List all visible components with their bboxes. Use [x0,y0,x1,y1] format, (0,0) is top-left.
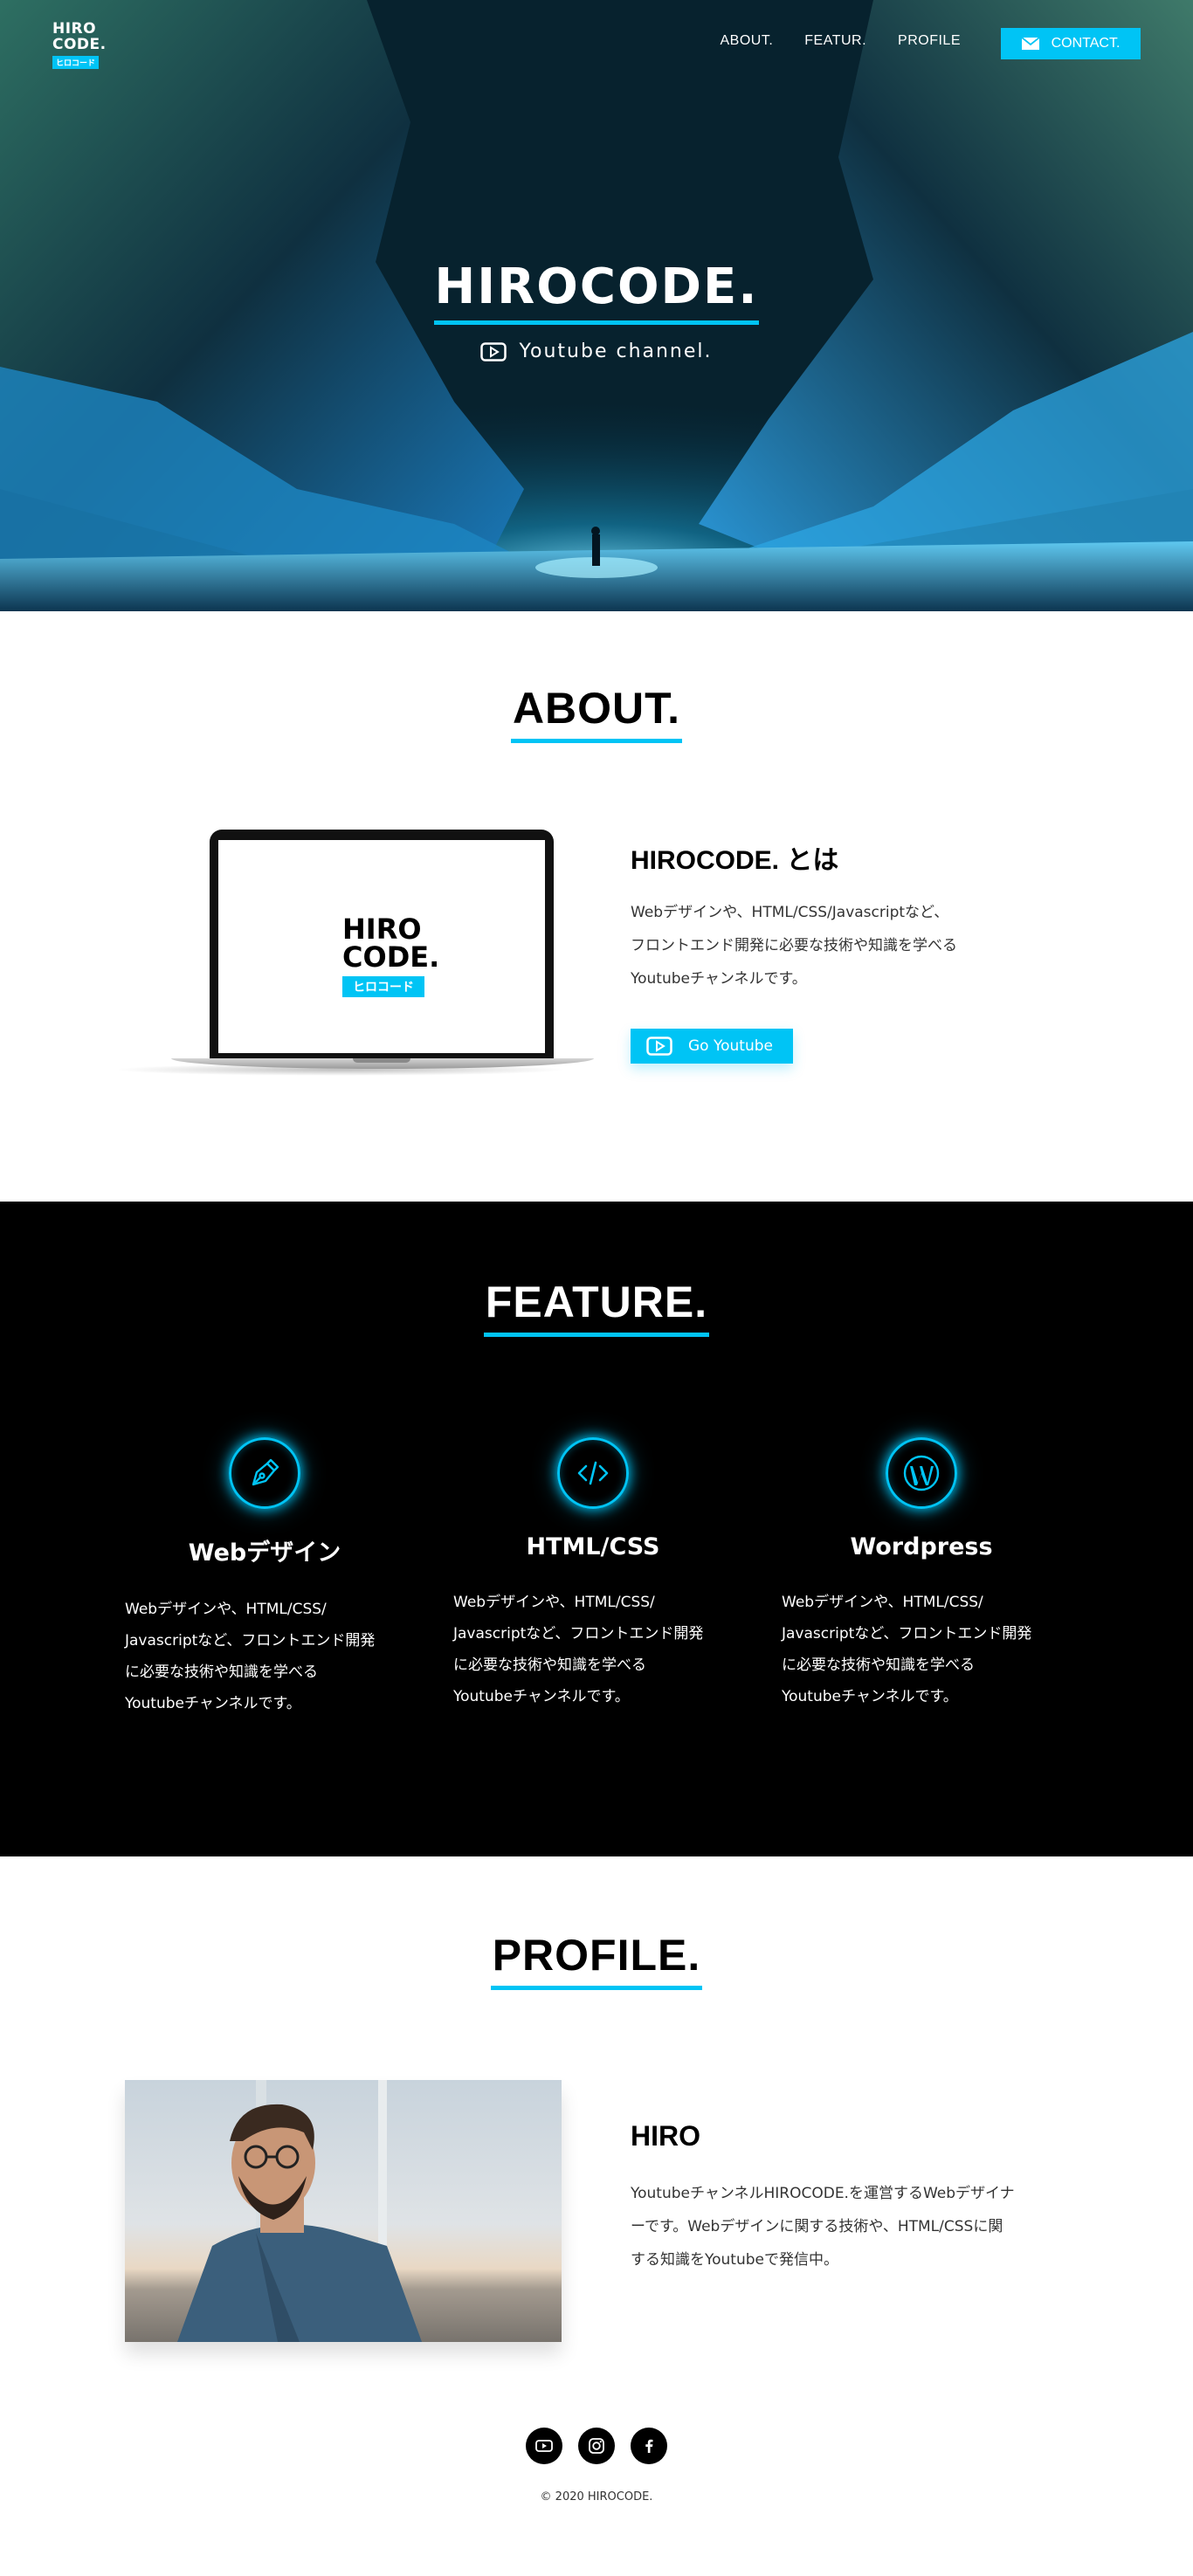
wordpress-icon [903,1455,940,1491]
facebook-icon [645,2439,653,2453]
instagram-link[interactable] [578,2428,615,2464]
pen-nib-icon [252,1458,279,1486]
profile-photo [125,2080,562,2342]
screen-logo-line1: HIRO [342,913,422,946]
contact-button[interactable]: CONTACT. [1001,28,1141,59]
laptop-image: HIRO CODE. ヒロコード [114,830,594,1083]
main-nav: ABOUT. FEATUR. PROFILE [720,33,961,49]
about-line: フロントエンド開発に必要な技術や知識を学べる [631,937,957,954]
hero-subtitle: Youtube channel. [0,341,1193,362]
feature-line: Javascriptなど、フロントエンド開発 [125,1632,376,1650]
logo-line2: CODE. [52,36,107,53]
feature-card-webdesign: Webデザイン Webデザインや、HTML/CSS/ Javascriptなど、… [125,1437,404,1719]
feature-line: Youtubeチャンネルです。 [453,1688,630,1705]
hero-title: HIROCODE. [434,258,759,325]
facebook-link[interactable] [631,2428,667,2464]
feature-card-htmlcss: HTML/CSS Webデザインや、HTML/CSS/ Javascriptなど… [453,1437,733,1712]
feature-line: Youtubeチャンネルです。 [782,1688,958,1705]
mail-icon [1021,38,1039,50]
nav-feature-link[interactable]: FEATUR. [804,33,866,49]
youtube-play-icon [646,1037,672,1056]
feature-card-wordpress: Wordpress Webデザインや、HTML/CSS/ Javascriptな… [782,1437,1061,1712]
about-section-title: ABOUT. [510,683,683,743]
profile-name: HIRO [631,2120,700,2152]
screen-logo-line2: CODE. [342,940,440,974]
hero-subtitle-text: Youtube channel. [519,341,713,362]
profile-line: する知識をYoutubeで発信中。 [631,2251,838,2269]
profile-description: YoutubeチャンネルHIROCODE.を運営するWebデザイナ ーです。We… [631,2177,1076,2276]
feature-line: Webデザインや、HTML/CSS/ [453,1594,655,1611]
copyright-text: © 2020 HIROCODE. [540,2490,653,2504]
youtube-play-icon [480,341,507,362]
feature-line: Webデザインや、HTML/CSS/ [125,1601,327,1618]
profile-line: ーです。Webデザインに関する技術や、HTML/CSSに関 [631,2218,1003,2235]
contact-label: CONTACT. [1051,36,1121,51]
go-youtube-label: Go Youtube [688,1037,773,1055]
feature-title: Wordpress [850,1533,993,1560]
social-links [0,2428,1193,2464]
about-content: HIROCODE. とは Webデザインや、HTML/CSS/Javascrip… [631,838,1085,1064]
feature-section-title: FEATURE. [483,1277,710,1337]
youtube-icon [535,2440,553,2452]
feature-title: HTML/CSS [526,1533,660,1560]
about-line: Webデザインや、HTML/CSS/Javascriptなど、 [631,904,949,921]
feature-section: FEATURE. Webデザイン Webデザインや、HTML/CSS/ Java… [0,1202,1193,1856]
nav-profile-link[interactable]: PROFILE [898,33,961,49]
profile-content: HIRO YoutubeチャンネルHIROCODE.を運営するWebデザイナ ー… [631,2120,1076,2276]
profile-section-title: PROFILE. [490,1930,703,1990]
nav-about-link[interactable]: ABOUT. [720,33,773,49]
feature-description: Webデザインや、HTML/CSS/ Javascriptなど、フロントエンド開… [125,1594,404,1719]
feature-line: Javascriptなど、フロントエンド開発 [453,1625,704,1643]
profile-portrait [177,2080,422,2342]
feature-line: に必要な技術や知識を学べる [453,1656,646,1674]
feature-description: Webデザインや、HTML/CSS/ Javascriptなど、フロントエンド開… [453,1587,733,1712]
profile-line: YoutubeチャンネルHIROCODE.を運営するWebデザイナ [631,2185,1015,2202]
about-description: Webデザインや、HTML/CSS/Javascriptなど、 フロントエンド開… [631,896,1085,995]
screen-logo-tag: ヒロコード [342,976,424,997]
feature-line: Webデザインや、HTML/CSS/ [782,1594,983,1611]
about-line: Youtubeチャンネルです。 [631,970,807,988]
about-heading: HIROCODE. とは [631,846,839,875]
feature-line: に必要な技術や知識を学べる [125,1663,318,1681]
feature-title: Webデザイン [188,1539,341,1567]
go-youtube-button[interactable]: Go Youtube [631,1029,793,1064]
feature-line: に必要な技術や知識を学べる [782,1656,975,1674]
logo-tag: ヒロコード [52,56,100,69]
screen-logo: HIRO CODE. ヒロコード [342,913,440,997]
feature-description: Webデザインや、HTML/CSS/ Javascriptなど、フロントエンド開… [782,1587,1061,1712]
logo-line1: HIRO [52,20,97,38]
hero-section: HIRO CODE. ヒロコード ABOUT. FEATUR. PROFILE … [0,0,1193,611]
site-logo[interactable]: HIRO CODE. ヒロコード [52,20,107,69]
feature-line: Youtubeチャンネルです。 [125,1695,301,1712]
instagram-icon [589,2438,604,2454]
feature-line: Javascriptなど、フロントエンド開発 [782,1625,1032,1643]
youtube-link[interactable] [526,2428,562,2464]
code-icon [577,1461,609,1485]
